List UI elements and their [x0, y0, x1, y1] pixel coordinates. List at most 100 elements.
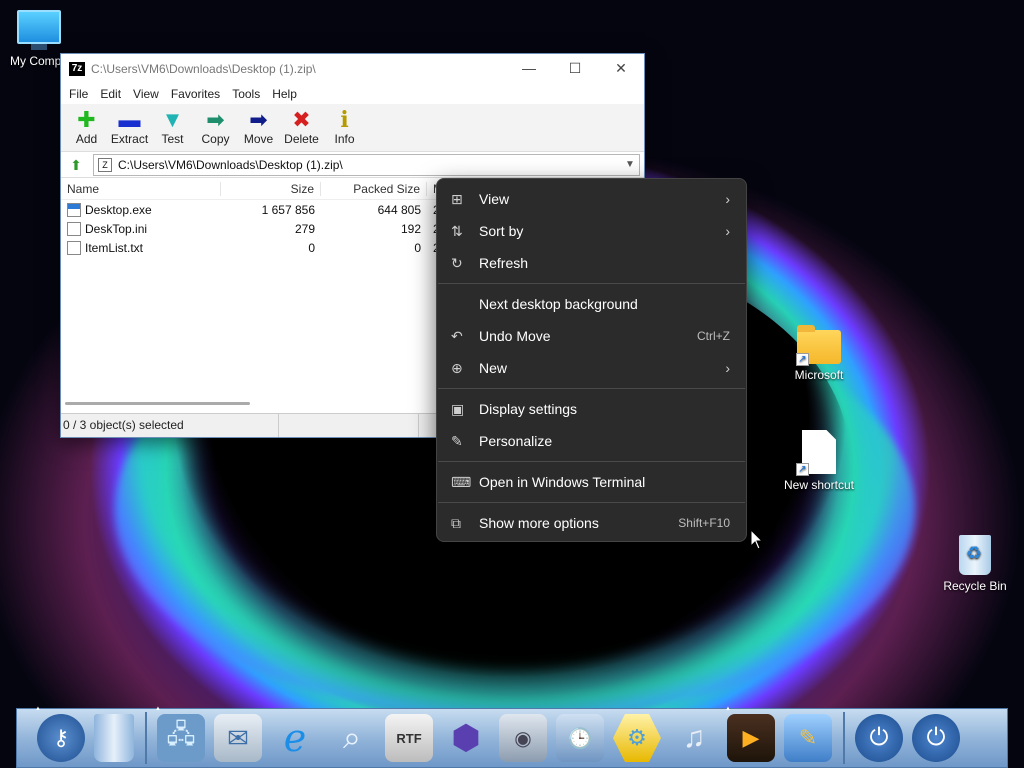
menu-help[interactable]: Help [266, 87, 303, 101]
rtf-document-icon[interactable]: RTF [385, 714, 433, 762]
extract-button[interactable]: ▬ Extract [108, 104, 151, 147]
menu-item-label: Refresh [479, 255, 529, 271]
media-icon[interactable]: ♫ [670, 714, 718, 762]
title-bar[interactable]: 7z C:\Users\VM6\Downloads\Desktop (1).zi… [61, 54, 644, 84]
add-button[interactable]: ✚ Add [65, 104, 108, 147]
window-title: C:\Users\VM6\Downloads\Desktop (1).zip\ [91, 62, 316, 76]
minimize-button[interactable]: — [506, 54, 552, 84]
file-name: ItemList.txt [85, 240, 144, 255]
chevron-down-icon[interactable]: ▼ [621, 159, 639, 170]
menu-item-label: Display settings [479, 401, 578, 417]
shutdown-icon[interactable]: ⏻ [912, 714, 960, 762]
terminal-icon: ⌨ [451, 473, 472, 490]
copy-button[interactable]: ➡ Copy [194, 104, 237, 147]
menu-item-undo-move[interactable]: ↶ Undo Move Ctrl+Z [437, 320, 746, 352]
menu-file[interactable]: File [63, 87, 94, 101]
test-button[interactable]: ▼ Test [151, 104, 194, 147]
maximize-button[interactable]: ☐ [552, 54, 598, 84]
chevron-right-icon: › [725, 191, 730, 207]
move-arrow-icon: ➡ [249, 107, 268, 132]
extract-label: Extract [110, 132, 149, 146]
col-size[interactable]: Size [221, 181, 321, 196]
desktop-icon-label: Microsoft [794, 368, 844, 382]
delete-x-icon: ✖ [292, 107, 311, 132]
file-size: 279 [294, 221, 315, 236]
address-path: C:\Users\VM6\Downloads\Desktop (1).zip\ [118, 157, 343, 172]
internet-explorer-icon[interactable]: e [271, 714, 319, 762]
desktop-icon-label: Recycle Bin [943, 579, 1007, 593]
zip-icon: Z [98, 157, 112, 172]
file-name: Desktop.exe [85, 202, 152, 217]
address-field[interactable]: Z C:\Users\VM6\Downloads\Desktop (1).zip… [93, 153, 640, 176]
trash-icon[interactable] [94, 714, 134, 762]
menu-item-label: Next desktop background [479, 296, 638, 312]
close-button[interactable]: ✕ [598, 54, 644, 84]
menu-item-label: New [479, 360, 508, 376]
power-icon[interactable]: ⏻ [855, 714, 903, 762]
menu-item-personalize[interactable]: ✎ Personalize [437, 425, 746, 457]
menu-tools[interactable]: Tools [226, 87, 266, 101]
menu-edit[interactable]: Edit [94, 87, 127, 101]
menu-item-display-settings[interactable]: ▣ Display settings [437, 393, 746, 425]
desktop-context-menu: ⊞ View › ⇅ Sort by › ↻ Refresh Next desk… [436, 178, 747, 542]
menu-item-show-more-options[interactable]: ⧉ Show more options Shift+F10 [437, 507, 746, 539]
keys-icon[interactable]: ⚷ [35, 706, 85, 762]
plus-icon: ✚ [77, 107, 96, 132]
up-folder-icon[interactable]: ⬆ [65, 155, 87, 175]
blank-file-icon: ↗ [774, 430, 864, 476]
horizontal-scrollbar[interactable] [65, 402, 250, 405]
desktop-icon-new-shortcut[interactable]: ↗ New shortcut [774, 430, 864, 492]
text-file-icon [67, 240, 81, 255]
menu-item-label: Sort by [479, 223, 524, 239]
file-packed-size: 0 [414, 240, 421, 255]
folder-clock-icon[interactable]: 🕒 [556, 714, 604, 762]
menu-view[interactable]: View [127, 87, 165, 101]
app-7zip-icon: 7z [69, 62, 85, 76]
file-packed-size: 192 [400, 221, 421, 236]
col-packed-size[interactable]: Packed Size [321, 181, 427, 196]
settings-gear-icon[interactable]: ⚙ [613, 714, 661, 762]
folder-icon: ↗ [774, 325, 864, 366]
desktop-icon-label: New shortcut [783, 478, 855, 492]
address-bar: ⬆ Z C:\Users\VM6\Downloads\Desktop (1).z… [61, 152, 644, 178]
menu-item-refresh[interactable]: ↻ Refresh [437, 247, 746, 279]
drive-icon[interactable]: ◉ [499, 714, 547, 762]
test-label: Test [161, 132, 184, 146]
recycle-bin-icon [930, 535, 1020, 575]
grid-icon: ⊞ [451, 190, 463, 207]
menu-item-new[interactable]: ⊕ New › [437, 352, 746, 384]
menu-bar: File Edit View Favorites Tools Help [61, 84, 644, 104]
shortcut-arrow-icon: ↗ [796, 353, 809, 366]
menu-item-open-terminal[interactable]: ⌨ Open in Windows Terminal [437, 466, 746, 498]
menu-divider [438, 283, 745, 284]
desktop-icon-recycle-bin[interactable]: Recycle Bin [930, 535, 1020, 593]
exe-file-icon [67, 202, 81, 217]
dock: ⚷ 🖧 ✉ e ⌕ RTF ⬢ ◉ 🕒 ⚙ ♫ ▶ ✎ ⏻ ⏻ [16, 706, 1008, 768]
menu-item-sort-by[interactable]: ⇅ Sort by › [437, 215, 746, 247]
search-icon[interactable]: ⌕ [328, 714, 376, 762]
move-button[interactable]: ➡ Move [237, 104, 280, 147]
cube-icon[interactable]: ⬢ [442, 714, 490, 762]
col-name[interactable]: Name [61, 181, 221, 196]
move-label: Move [243, 132, 274, 146]
delete-button[interactable]: ✖ Delete [280, 104, 323, 147]
copy-label: Copy [201, 132, 230, 146]
menu-item-next-background[interactable]: Next desktop background [437, 288, 746, 320]
toolbar: ✚ Add ▬ Extract ▼ Test ➡ Copy ➡ Move ✖ D… [61, 104, 644, 152]
refresh-icon: ↻ [451, 254, 463, 271]
info-button[interactable]: i Info [323, 104, 366, 146]
mail-icon[interactable]: ✉ [214, 714, 262, 762]
desktop-icon-microsoft[interactable]: ↗ Microsoft [774, 325, 864, 382]
mouse-cursor-icon [750, 529, 764, 550]
menu-divider [438, 388, 745, 389]
paint-icon[interactable]: ✎ [784, 714, 832, 762]
new-icon: ⊕ [451, 359, 463, 376]
more-options-icon: ⧉ [451, 514, 461, 531]
brush-icon: ✎ [451, 432, 463, 449]
menu-item-view[interactable]: ⊞ View › [437, 183, 746, 215]
menu-favorites[interactable]: Favorites [165, 87, 226, 101]
menu-item-label: Undo Move [479, 328, 551, 344]
network-icon[interactable]: 🖧 [155, 706, 205, 762]
file-size: 0 [308, 240, 315, 255]
film-icon[interactable]: ▶ [725, 706, 775, 762]
